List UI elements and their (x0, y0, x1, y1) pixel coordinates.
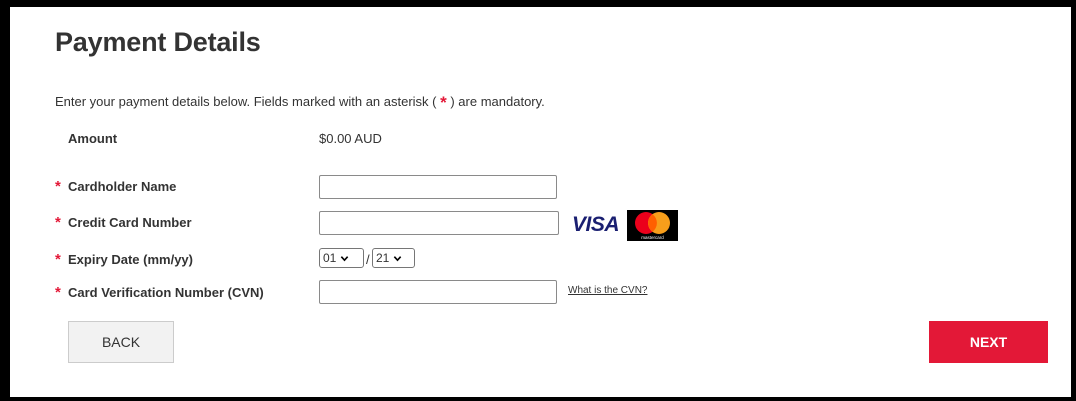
cvn-label: Card Verification Number (CVN) (68, 285, 264, 300)
payment-form-panel: Payment Details Enter your payment detai… (10, 7, 1071, 397)
what-is-cvn-link[interactable]: What is the CVN? (568, 285, 647, 296)
next-button[interactable]: NEXT (929, 321, 1048, 363)
mastercard-circles-icon: mastercard (635, 212, 670, 240)
amount-label: Amount (68, 131, 118, 146)
card-number-input[interactable] (319, 211, 559, 235)
mastercard-logo: mastercard (627, 210, 678, 241)
cardholder-name-label: Cardholder Name (68, 179, 177, 194)
required-marker: * (55, 178, 61, 195)
mandatory-asterisk: * (440, 93, 447, 112)
required-marker: * (55, 251, 61, 268)
intro-text-end: ) are mandatory. (446, 94, 545, 109)
expiry-year-select[interactable]: 21 (372, 248, 415, 268)
intro-text-start: Enter your payment details below. Fields… (55, 94, 441, 109)
card-number-label: Credit Card Number (68, 215, 192, 230)
intro-text: Enter your payment details below. Fields… (55, 93, 545, 112)
page-title: Payment Details (55, 27, 261, 57)
required-marker: * (55, 284, 61, 301)
visa-logo: VISA (572, 213, 620, 236)
expiry-separator: / (366, 252, 370, 267)
back-button[interactable]: BACK (68, 321, 174, 363)
chevron-down-icon (394, 255, 402, 261)
mastercard-wordmark: mastercard (641, 235, 664, 240)
expiry-year-value: 21 (376, 251, 390, 265)
expiry-month-select[interactable]: 01 (319, 248, 364, 268)
cvn-input[interactable] (319, 280, 557, 304)
expiry-month-value: 01 (323, 251, 337, 265)
amount-value: $0.00 AUD (319, 131, 382, 146)
chevron-down-icon (341, 255, 349, 261)
cardholder-name-input[interactable] (319, 175, 557, 199)
expiry-date-label: Expiry Date (mm/yy) (68, 252, 193, 267)
required-marker: * (55, 214, 61, 231)
